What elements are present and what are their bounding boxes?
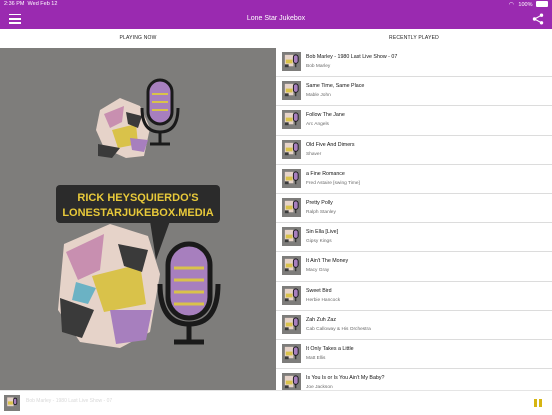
large-microphone-art [157,241,221,345]
app-bar: Lone Star Jukebox [0,9,552,29]
track-thumbnail [282,197,301,217]
app-title: Lone Star Jukebox [246,15,306,22]
track-title: Is You Is or Is You Ain't My Baby? [306,375,385,382]
track-title: Old Five And Dimers [306,141,355,148]
tab-recently-played[interactable]: RECENTLY PLAYED [276,29,552,48]
track-artist: Cab Calloway & His Orchestra [306,326,371,332]
small-figure-art [96,98,150,158]
track-artist: Matt Ellis [306,355,326,361]
list-item[interactable]: It Only Takes a Little Matt Ellis [276,340,552,370]
status-right: ◠ 100% [508,0,548,8]
large-figure-art [58,224,160,348]
recently-played-list: Bob Marley - 1980 Last Live Show - 07 Bob… [276,48,552,390]
share-icon[interactable] [532,13,544,25]
track-thumbnail [282,52,301,71]
track-title: Zah Zuh Zaz [306,316,337,323]
list-item[interactable]: It Ain't The Money Macy Gray [276,252,552,282]
now-playing-artwork: RICK HEYSQUIERDO'S LONESTARJUKEBOX.MEDIA [0,48,276,390]
list-item[interactable]: a Fine Romance Fred Astaire [swing Time] [276,165,552,194]
list-item[interactable]: Same Time, Same Place Mable John [276,77,552,107]
track-title: It Ain't The Money [306,258,349,265]
battery-percent: 100% [518,2,533,8]
list-item[interactable]: Sweet Bird Herbie Hancock [276,282,552,311]
track-title: a Fine Romance [306,170,345,177]
track-artist: Arc Angels [306,122,329,128]
track-thumbnail [282,227,301,247]
track-artist: Herbie Hancock [306,297,341,303]
track-title: It Only Takes a Little [306,345,354,352]
track-thumbnail [282,168,301,188]
banner-line-1: RICK HEYSQUIERDO'S [77,192,198,204]
track-title: Sin Ella [Live] [306,229,339,236]
wifi-icon: ◠ [508,2,514,8]
status-time: 2:36 PM [4,1,25,7]
track-title: Sweet Bird [306,287,332,294]
status-bar: 2:36 PM Wed Feb 12 ◠ 100% [0,0,552,9]
track-thumbnail [282,110,301,130]
track-artist: Fred Astaire [swing Time] [306,180,360,186]
track-thumbnail [282,373,301,390]
list-item[interactable]: Pretty Polly Ralph Stanley [276,194,552,224]
battery-icon [536,0,548,7]
track-artist: Bob Marley [306,64,331,69]
list-item[interactable]: Old Five And Dimers Shaver [276,136,552,165]
mini-player-thumbnail [4,395,20,411]
track-artist: Mable John [306,93,331,99]
mini-player[interactable]: Bob Marley - 1980 Last Live Show - 07 [0,390,552,415]
track-thumbnail [282,314,301,334]
album-art: RICK HEYSQUIERDO'S LONESTARJUKEBOX.MEDIA [56,78,221,348]
track-artist: Gipsy Kings [306,239,332,245]
list-item[interactable]: Zah Zuh Zaz Cab Calloway & His Orchestra [276,311,552,340]
track-title: Same Time, Same Place [306,83,365,90]
tab-bar: PLAYING NOW RECENTLY PLAYED [0,29,552,49]
track-thumbnail [282,343,301,363]
track-thumbnail [282,256,301,276]
track-thumbnail [282,81,301,101]
track-artist: Macy Gray [306,268,330,274]
track-thumbnail [282,139,301,159]
tab-playing-now[interactable]: PLAYING NOW [0,29,276,49]
list-item[interactable]: Sin Ella [Live] Gipsy Kings [276,223,552,253]
list-item[interactable]: Follow The Jane Arc Angels [276,106,552,136]
track-artist: Ralph Stanley [306,209,336,215]
track-title: Pretty Polly [306,199,333,206]
banner-line-2: LONESTARJUKEBOX.MEDIA [62,207,213,219]
status-date: Wed Feb 12 [27,1,58,7]
status-time-date: 2:36 PM Wed Feb 12 [4,1,57,7]
track-title: Follow The Jane [306,112,345,119]
mini-player-track: Bob Marley - 1980 Last Live Show - 07 [26,398,113,404]
list-item[interactable]: Bob Marley - 1980 Last Live Show - 07 Bob… [276,48,552,78]
list-item[interactable]: Is You Is or Is You Ain't My Baby? Joe Ja… [276,369,552,390]
track-artist: Shaver [306,151,322,157]
track-title: Bob Marley - 1980 Last Live Show - 07 [306,54,398,60]
track-thumbnail [282,285,301,305]
pause-icon[interactable] [534,399,542,407]
